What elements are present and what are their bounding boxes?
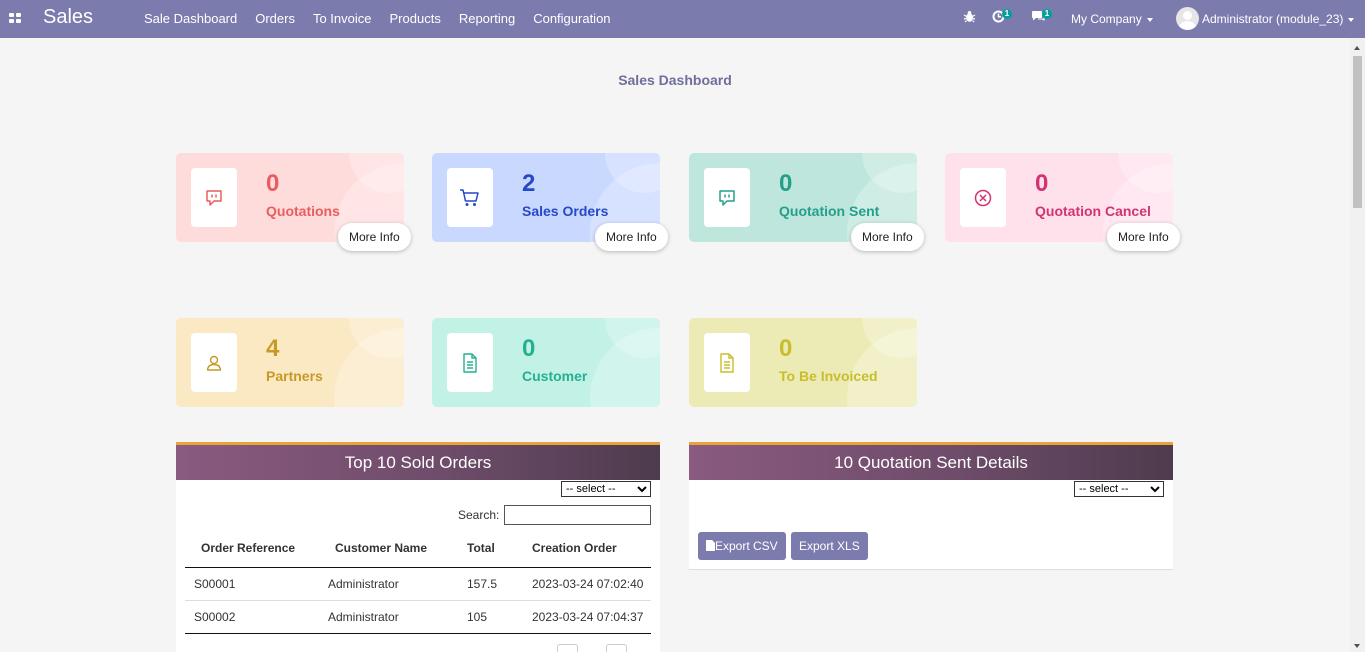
menu-configuration[interactable]: Configuration: [533, 11, 610, 26]
user-name: Administrator (module_23): [1202, 12, 1344, 26]
export-csv-label: Export CSV: [715, 539, 778, 553]
card-label: Partners: [266, 368, 323, 384]
user-avatar[interactable]: [1176, 7, 1199, 30]
debug-bug-icon[interactable]: [963, 10, 976, 26]
app-brand[interactable]: Sales: [43, 6, 93, 29]
cancel-circle-icon: [960, 168, 1006, 227]
company-switcher[interactable]: My Company: [1071, 12, 1153, 26]
card-count: 0: [779, 335, 793, 362]
menu-orders[interactable]: Orders: [255, 11, 295, 26]
menu-sale-dashboard[interactable]: Sale Dashboard: [144, 11, 237, 26]
card-to-be-invoiced[interactable]: 0 To Be Invoiced: [689, 318, 917, 407]
user-icon: [191, 333, 237, 392]
cart-icon: [447, 168, 493, 227]
search-input[interactable]: [504, 505, 651, 525]
top-navbar: Sales Sale Dashboard Orders To Invoice P…: [0, 0, 1365, 38]
cell-creation-order: 2023-03-24 07:04:37: [524, 600, 651, 634]
card-count: 0: [522, 335, 536, 362]
chat-bubble-icon: [191, 168, 237, 227]
chevron-down-icon: [1348, 17, 1355, 22]
quotation-sent-panel: 10 Quotation Sent Details -- select -- E…: [689, 442, 1173, 570]
chevron-down-icon: [1146, 17, 1153, 22]
menu-reporting[interactable]: Reporting: [459, 11, 515, 26]
col-creation-order[interactable]: Creation Order: [524, 530, 651, 568]
cell-order-reference: S00001: [185, 567, 326, 601]
col-order-reference[interactable]: Order Reference: [185, 530, 326, 568]
cell-customer-name: Administrator: [326, 567, 459, 601]
export-xls-button[interactable]: Export XLS: [791, 532, 868, 560]
card-customer[interactable]: 0 Customer: [432, 318, 660, 407]
panel-title: Top 10 Sold Orders: [176, 442, 660, 480]
panel-title: 10 Quotation Sent Details: [689, 442, 1173, 480]
page-title: Sales Dashboard: [618, 72, 732, 88]
sold-orders-select[interactable]: -- select --: [561, 481, 651, 497]
col-total[interactable]: Total: [459, 530, 524, 568]
card-count: 0: [266, 170, 280, 197]
cell-customer-name: Administrator: [326, 600, 459, 634]
pagination-next-button[interactable]: [606, 644, 627, 652]
document-icon: [704, 333, 750, 392]
card-label: To Be Invoiced: [779, 368, 878, 384]
cell-creation-order: 2023-03-24 07:02:40: [524, 567, 651, 601]
user-menu[interactable]: Administrator (module_23): [1202, 12, 1355, 26]
file-icon: [706, 540, 715, 551]
table-row[interactable]: S00002 Administrator 105 2023-03-24 07:0…: [185, 600, 651, 634]
card-partners[interactable]: 4 Partners: [176, 318, 404, 407]
messages-badge: 1: [1042, 9, 1052, 19]
scroll-down-arrow-icon[interactable]: [1354, 644, 1360, 648]
top-sold-orders-panel: Top 10 Sold Orders -- select -- Search: …: [176, 442, 660, 652]
main-menu: Sale Dashboard Orders To Invoice Product…: [144, 11, 629, 26]
quotation-cancel-more-info-button[interactable]: More Info: [1107, 223, 1180, 251]
menu-products[interactable]: Products: [390, 11, 441, 26]
card-label: Quotation Cancel: [1035, 203, 1151, 219]
table-header-row: Order Reference Customer Name Total Crea…: [185, 530, 651, 568]
menu-to-invoice[interactable]: To Invoice: [313, 11, 372, 26]
activity-badge: 1: [1002, 9, 1012, 19]
chat-bubble-icon: [704, 168, 750, 227]
card-count: 0: [779, 170, 793, 197]
cell-total: 157.5: [459, 567, 524, 601]
sold-orders-table: Order Reference Customer Name Total Crea…: [185, 530, 651, 634]
page-scrollbar[interactable]: [1350, 38, 1365, 652]
card-label: Sales Orders: [522, 203, 609, 219]
col-customer-name[interactable]: Customer Name: [326, 530, 459, 568]
card-label: Quotations: [266, 203, 340, 219]
export-csv-button[interactable]: Export CSV: [698, 532, 786, 560]
card-count: 2: [522, 170, 536, 197]
scroll-thumb[interactable]: [1353, 56, 1362, 208]
table-row[interactable]: S00001 Administrator 157.5 2023-03-24 07…: [185, 567, 651, 601]
apps-grid-icon[interactable]: [9, 13, 21, 23]
card-label: Quotation Sent: [779, 203, 880, 219]
card-count: 0: [1035, 170, 1049, 197]
search-label: Search:: [458, 508, 500, 522]
card-label: Customer: [522, 368, 588, 384]
cell-total: 105: [459, 600, 524, 634]
sales-orders-more-info-button[interactable]: More Info: [595, 223, 668, 251]
cell-order-reference: S00002: [185, 600, 326, 634]
quotation-sent-more-info-button[interactable]: More Info: [851, 223, 924, 251]
document-icon: [447, 333, 493, 392]
quotation-sent-select[interactable]: -- select --: [1074, 481, 1164, 497]
pagination-previous-button[interactable]: [557, 644, 578, 652]
company-name: My Company: [1071, 12, 1142, 26]
quotations-more-info-button[interactable]: More Info: [338, 223, 411, 251]
card-count: 4: [266, 335, 280, 362]
scroll-up-arrow-icon[interactable]: [1354, 46, 1360, 50]
